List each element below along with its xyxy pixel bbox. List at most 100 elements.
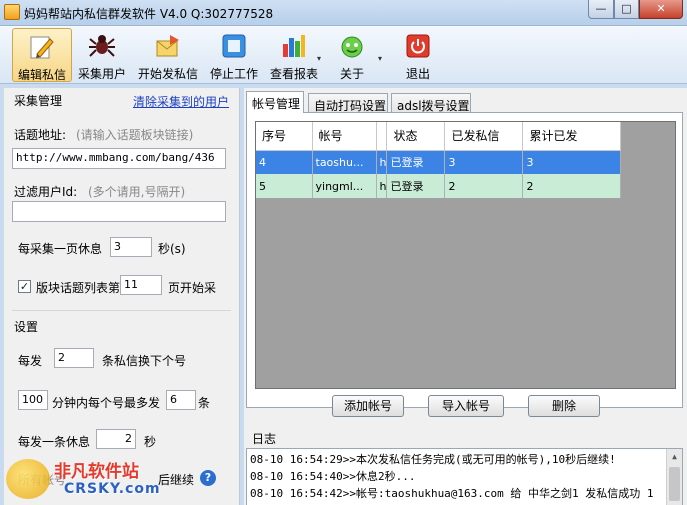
- minutes-input[interactable]: 100: [18, 390, 48, 410]
- toolbar-label: 编辑私信: [17, 68, 66, 82]
- cell-index: 4: [256, 150, 313, 174]
- watermark-text-en: CRSKY.com: [64, 481, 161, 497]
- collect-rest-unit: 秒(s): [158, 242, 186, 256]
- spider-icon: [89, 35, 115, 57]
- col-header-sent[interactable]: 已发私信: [444, 122, 524, 151]
- main-toolbar: 编辑私信 采集用户 开始发私信 停止工作 查看报表 ▾ 关于 ▾ 退出: [0, 26, 687, 84]
- per-send-input[interactable]: 2: [54, 348, 94, 368]
- toolbar-label: 退出: [405, 67, 430, 81]
- cell-sent: 3: [444, 150, 524, 174]
- toolbar-edit-message[interactable]: 编辑私信: [12, 28, 72, 82]
- log-line: 08-10 16:54:40>>休息2秒...: [250, 470, 416, 483]
- cell-status: 已登录: [386, 174, 446, 198]
- account-table: 序号 帐号 状态 已发私信 累计已发 4 taoshu... h 已登录 3 3…: [256, 122, 622, 198]
- account-tab-panel: 序号 帐号 状态 已发私信 累计已发 4 taoshu... h 已登录 3 3…: [246, 112, 683, 408]
- page-start-label: 版块话题列表第: [36, 281, 121, 295]
- toolbar-start-sending[interactable]: 开始发私信: [134, 28, 202, 82]
- edit-pencil-icon: [30, 36, 54, 59]
- collect-rest-label: 每采集一页休息: [18, 242, 103, 256]
- toolbar-about[interactable]: 关于: [332, 28, 372, 82]
- tab-adsl-dial[interactable]: adsl拨号设置: [391, 93, 471, 113]
- col-header-index[interactable]: 序号: [256, 122, 313, 151]
- cell-sent: 2: [444, 174, 524, 198]
- table-row[interactable]: 4 taoshu... h 已登录 3 3: [256, 150, 622, 174]
- topic-label: 话题地址:: [14, 128, 67, 142]
- group-divider: [12, 310, 231, 311]
- cell-status: 已登录: [386, 150, 446, 174]
- toolbar-label: 采集用户: [77, 67, 126, 81]
- log-scrollbar[interactable]: ▲: [666, 449, 682, 505]
- scroll-up-arrow-icon[interactable]: ▲: [667, 449, 682, 465]
- clear-collected-link[interactable]: 清除采集到的用户: [133, 93, 229, 110]
- app-icon: [4, 4, 20, 20]
- minutes-label: 分钟内每个号最多发: [52, 396, 161, 410]
- page-start-checkbox[interactable]: ✓: [18, 280, 31, 293]
- import-account-button[interactable]: 导入帐号: [428, 395, 504, 417]
- toolbar-view-report[interactable]: 查看报表: [266, 28, 322, 82]
- window-title: 妈妈帮站内私信群发软件 V4.0 Q:302777528: [24, 7, 274, 21]
- stop-square-icon: [222, 34, 246, 58]
- toolbar-label: 停止工作: [209, 67, 258, 81]
- tab-auto-captcha[interactable]: 自动打码设置: [308, 93, 388, 113]
- col-header-account[interactable]: 帐号: [312, 122, 377, 151]
- toolbar-exit[interactable]: 退出: [396, 28, 440, 82]
- title-bar: 妈妈帮站内私信群发软件 V4.0 Q:302777528 — □ ✕: [0, 0, 687, 26]
- minimize-button[interactable]: —: [588, 0, 614, 19]
- toolbar-label: 查看报表: [269, 67, 318, 81]
- filter-label: 过滤用户Id:: [14, 185, 78, 199]
- right-panel: 帐号管理 自动打码设置 adsl拨号设置 序号 帐号 状态 已发私信 累计已发: [244, 88, 687, 505]
- cell-extra: h: [376, 150, 388, 174]
- bar-report-icon: [283, 35, 305, 57]
- col-header-status[interactable]: 状态: [386, 122, 446, 151]
- toolbar-label: 关于: [339, 67, 364, 81]
- toolbar-label: 开始发私信: [137, 67, 198, 81]
- page-start-suffix: 页开始采: [168, 281, 217, 295]
- filter-hint: (多个请用,号隔开): [88, 185, 186, 199]
- toolbar-collect-users[interactable]: 采集用户: [74, 28, 130, 82]
- topic-hint: (请输入话题板块链接): [76, 128, 194, 142]
- site-watermark: 非凡软件站 CRSKY.com: [0, 455, 190, 505]
- cell-total-sent: 2: [522, 174, 622, 198]
- account-grid: 序号 帐号 状态 已发私信 累计已发 4 taoshu... h 已登录 3 3…: [255, 121, 676, 389]
- log-box[interactable]: 08-10 16:54:29>>本次发私信任务完成(或无可用的帐号),10秒后继…: [246, 448, 683, 505]
- max-send-input[interactable]: 6: [166, 390, 196, 410]
- collect-rest-input[interactable]: 3: [110, 237, 152, 257]
- about-dropdown-arrow[interactable]: ▾: [378, 54, 382, 63]
- cell-index: 5: [256, 174, 313, 198]
- table-row[interactable]: 5 yingml... h 已登录 2 2: [256, 174, 622, 198]
- tab-account-management[interactable]: 帐号管理: [246, 91, 304, 113]
- col-header-total-sent[interactable]: 累计已发: [522, 122, 622, 151]
- watermark-logo-icon: [6, 459, 50, 499]
- cell-total-sent: 3: [522, 150, 622, 174]
- col-header-extra[interactable]: [376, 122, 388, 151]
- scroll-thumb[interactable]: [669, 467, 680, 501]
- topic-url-input[interactable]: http://www.mmbang.com/bang/436: [12, 148, 226, 169]
- send-rest-input[interactable]: 2: [96, 429, 136, 449]
- add-account-button[interactable]: 添加帐号: [332, 395, 404, 417]
- send-rest-unit: 秒: [144, 435, 157, 449]
- toolbar-stop-work[interactable]: 停止工作: [206, 28, 262, 82]
- send-mail-icon: [156, 35, 179, 57]
- delete-account-button[interactable]: 删除: [528, 395, 600, 417]
- cell-account: yingml...: [312, 174, 377, 198]
- page-start-input[interactable]: 11: [120, 275, 162, 295]
- max-send-unit: 条: [198, 396, 211, 410]
- cell-account: taoshu...: [312, 150, 377, 174]
- log-line: 08-10 16:54:29>>本次发私信任务完成(或无可用的帐号),10秒后继…: [250, 453, 616, 466]
- per-send-suffix: 条私信换下个号: [102, 354, 187, 368]
- report-dropdown-arrow[interactable]: ▾: [317, 54, 321, 63]
- maximize-button[interactable]: □: [614, 0, 639, 19]
- log-title: 日志: [252, 432, 277, 446]
- cell-extra: h: [376, 174, 388, 198]
- filter-userid-input[interactable]: [12, 201, 226, 222]
- help-icon[interactable]: ?: [200, 470, 216, 486]
- about-smiley-icon: [341, 36, 363, 58]
- per-send-label: 每发: [18, 354, 43, 368]
- left-panel: 采集管理 清除采集到的用户 话题地址: (请输入话题板块链接) http://w…: [4, 88, 240, 505]
- send-rest-label: 每发一条休息: [18, 435, 91, 449]
- power-exit-icon: [406, 34, 430, 58]
- settings-group-title: 设置: [14, 320, 39, 334]
- watermark-text-cn: 非凡软件站: [54, 462, 139, 482]
- close-button[interactable]: ✕: [639, 0, 683, 19]
- collect-group-title: 采集管理: [14, 94, 63, 108]
